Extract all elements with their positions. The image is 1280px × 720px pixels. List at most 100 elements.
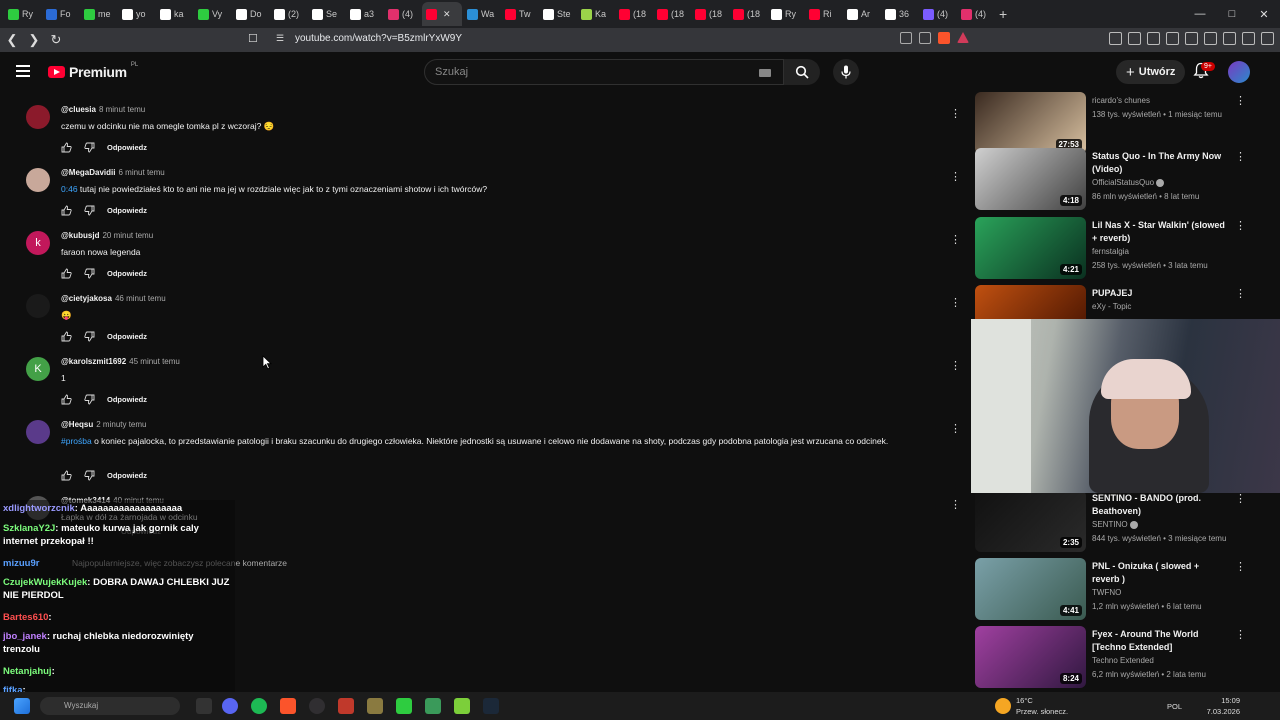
video-channel[interactable]: fernstalgia: [1092, 247, 1129, 256]
extension-icon[interactable]: [1128, 32, 1141, 45]
download-icon[interactable]: [1204, 32, 1217, 45]
video-thumbnail[interactable]: 27:53: [975, 92, 1086, 154]
account-avatar[interactable]: [1228, 61, 1250, 83]
video-channel[interactable]: OfficialStatusQuo: [1092, 178, 1165, 187]
browser-tab[interactable]: a3: [346, 2, 383, 26]
dislike-icon[interactable]: [84, 268, 95, 279]
more-options-icon[interactable]: ⋮: [1235, 94, 1246, 107]
browser-tab[interactable]: Se: [308, 2, 345, 26]
like-icon[interactable]: [61, 470, 72, 481]
video-channel[interactable]: SENTINO: [1092, 520, 1138, 529]
browser-tab[interactable]: Fo: [42, 2, 79, 26]
commenter-avatar[interactable]: [26, 294, 50, 318]
create-button[interactable]: + Utwórz: [1116, 60, 1186, 84]
menu-icon[interactable]: [1261, 32, 1274, 45]
video-title[interactable]: Status Quo - In The Army Now (Video): [1092, 150, 1227, 176]
browser-tab[interactable]: Vy: [194, 2, 231, 26]
dislike-icon[interactable]: [84, 331, 95, 342]
browser-tab[interactable]: (18: [691, 2, 728, 26]
share-icon[interactable]: [919, 32, 931, 44]
video-channel[interactable]: Techno Extended: [1092, 656, 1154, 665]
browser-tab[interactable]: me: [80, 2, 117, 26]
browser-tab[interactable]: Do: [232, 2, 269, 26]
recommended-video[interactable]: 4:21 Lil Nas X - Star Walkin' (slowed + r…: [975, 217, 1275, 281]
video-title[interactable]: Fyex - Around The World [Techno Extended…: [1092, 628, 1227, 654]
reply-button[interactable]: Odpowiedz: [107, 332, 147, 341]
video-title[interactable]: SENTINO - BANDO (prod. Beathoven): [1092, 492, 1227, 518]
weather-widget[interactable]: 16°C Przew. słonecz.: [1016, 695, 1068, 717]
browser-tab[interactable]: (4): [957, 2, 994, 26]
browser-tab[interactable]: ✕: [422, 2, 462, 26]
like-icon[interactable]: [61, 394, 72, 405]
app-icon[interactable]: [425, 698, 441, 714]
recommended-video[interactable]: 27:53 ricardo's chunes 138 tys. wyświetleń…: [975, 92, 1275, 156]
browser-tab[interactable]: 36: [881, 2, 918, 26]
minimize-button[interactable]: —: [1184, 0, 1216, 28]
more-options-icon[interactable]: ⋮: [950, 170, 961, 183]
comment-author[interactable]: @cietyjakosa: [61, 294, 112, 303]
browser-tab[interactable]: (18: [615, 2, 652, 26]
new-tab-button[interactable]: +: [999, 6, 1007, 22]
reload-icon[interactable]: ↻: [46, 32, 66, 48]
keyboard-icon[interactable]: [759, 69, 771, 77]
like-icon[interactable]: [61, 268, 72, 279]
brave-rewards-icon[interactable]: [957, 32, 969, 43]
commenter-avatar[interactable]: k: [26, 231, 50, 255]
taskview-icon[interactable]: [196, 698, 212, 714]
more-options-icon[interactable]: ⋮: [950, 107, 961, 120]
comment-author[interactable]: @kubusjd: [61, 231, 99, 240]
comment-time[interactable]: 46 minut temu: [115, 294, 166, 303]
like-icon[interactable]: [61, 205, 72, 216]
app-icon[interactable]: [396, 698, 412, 714]
extension-icon[interactable]: [1109, 32, 1122, 45]
site-info-icon[interactable]: ☰: [276, 33, 284, 44]
reply-button[interactable]: Odpowiedz: [107, 206, 147, 215]
more-options-icon[interactable]: ⋮: [1235, 150, 1246, 163]
youtube-logo[interactable]: Premium PL: [48, 62, 138, 80]
comment-time[interactable]: 6 minut temu: [118, 168, 164, 177]
leo-icon[interactable]: [1223, 32, 1236, 45]
browser-tab[interactable]: (2): [270, 2, 307, 26]
more-options-icon[interactable]: ⋮: [950, 422, 961, 435]
language-indicator[interactable]: POL: [1167, 701, 1182, 712]
cast-icon[interactable]: [900, 32, 912, 44]
browser-tab[interactable]: Tw: [501, 2, 538, 26]
comment-time[interactable]: 20 minut temu: [102, 231, 153, 240]
close-tab-icon[interactable]: ✕: [443, 9, 451, 20]
recommended-video[interactable]: 4:41 PNL - Onizuka ( slowed + reverb ) TWF…: [975, 558, 1275, 622]
taskbar-search[interactable]: Wyszukaj: [40, 697, 180, 715]
more-options-icon[interactable]: ⋮: [950, 296, 961, 309]
reply-button[interactable]: Odpowiedz: [107, 143, 147, 152]
browser-tab[interactable]: (18: [653, 2, 690, 26]
browser-tab[interactable]: yo: [118, 2, 155, 26]
commenter-avatar[interactable]: [26, 105, 50, 129]
dislike-icon[interactable]: [84, 142, 95, 153]
browser-tab[interactable]: (4): [384, 2, 421, 26]
start-icon[interactable]: [14, 698, 30, 714]
app-icon[interactable]: [367, 698, 383, 714]
comment-author[interactable]: @karolszmit1692: [61, 357, 126, 366]
video-channel[interactable]: ricardo's chunes: [1092, 96, 1150, 105]
video-title[interactable]: Lil Nas X - Star Walkin' (slowed + rever…: [1092, 219, 1227, 245]
browser-tab[interactable]: Ri: [805, 2, 842, 26]
browser-tab[interactable]: Ry: [4, 2, 41, 26]
like-icon[interactable]: [61, 331, 72, 342]
bookmark-icon[interactable]: ☐: [248, 32, 258, 45]
browser-tab[interactable]: (18: [729, 2, 766, 26]
music-icon[interactable]: [1147, 32, 1160, 45]
discord-icon[interactable]: [222, 698, 238, 714]
reply-button[interactable]: Odpowiedz: [107, 471, 147, 480]
comment-link[interactable]: 0:46: [61, 184, 78, 194]
browser-tab[interactable]: (4): [919, 2, 956, 26]
spotify-icon[interactable]: [251, 698, 267, 714]
video-channel[interactable]: TWFNO: [1092, 588, 1121, 597]
dislike-icon[interactable]: [84, 205, 95, 216]
browser-tab[interactable]: Wa: [463, 2, 500, 26]
video-title[interactable]: PUPAJEJ: [1092, 287, 1227, 300]
video-channel[interactable]: eXy - Topic: [1092, 302, 1131, 311]
url-field[interactable]: youtube.com/watch?v=B5zmlrYxW9Y: [295, 33, 462, 44]
search-button[interactable]: [784, 59, 820, 85]
more-options-icon[interactable]: ⋮: [1235, 560, 1246, 573]
comment-author[interactable]: @cluesia: [61, 105, 96, 114]
recommended-video[interactable]: 8:24 Fyex - Around The World [Techno Exte…: [975, 626, 1275, 690]
